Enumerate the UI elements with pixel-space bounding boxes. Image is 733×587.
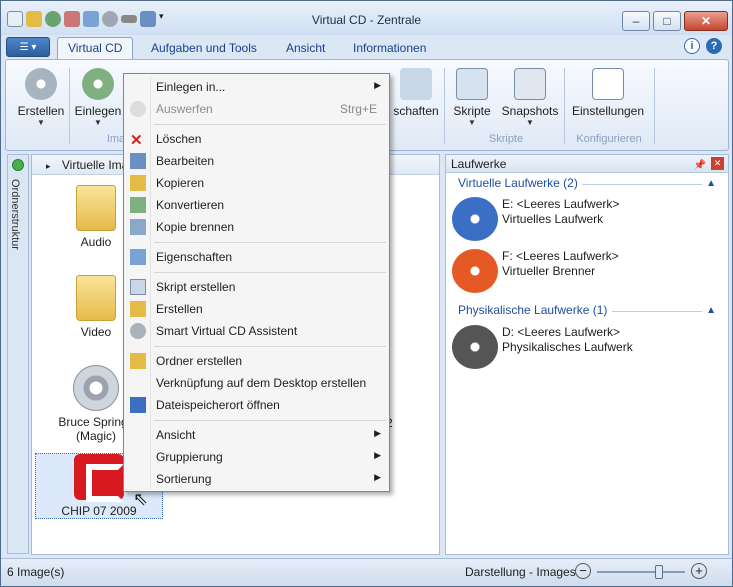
create-icon bbox=[130, 301, 146, 317]
ordnerstruktur-label[interactable]: Ordnerstruktur bbox=[9, 179, 21, 250]
convert-icon bbox=[130, 197, 146, 213]
menu-item-bearbeiten[interactable]: Bearbeiten bbox=[126, 150, 387, 172]
zoom-out-icon[interactable]: − bbox=[575, 563, 591, 579]
zoom-track[interactable] bbox=[597, 571, 685, 573]
menu-item-ordner-erstellen[interactable]: Ordner erstellen bbox=[126, 350, 387, 372]
close-button[interactable]: ✕ bbox=[684, 11, 728, 31]
close-pane-icon[interactable]: ✕ bbox=[711, 157, 724, 170]
tab-virtual-cd[interactable]: Virtual CD bbox=[57, 37, 134, 59]
einlegen-button[interactable]: Einlegen ▼ bbox=[72, 68, 124, 127]
application-menu-button[interactable]: ☰ ▾ bbox=[6, 37, 50, 57]
dvd-drive-icon bbox=[452, 325, 498, 369]
music-disc-icon bbox=[73, 365, 119, 411]
menu-item-skript-erstellen[interactable]: Skript erstellen bbox=[126, 276, 387, 298]
drive-d[interactable]: D: <Leeres Laufwerk> Physikalisches Lauf… bbox=[452, 325, 633, 369]
mouse-cursor-icon: ⇖ bbox=[133, 489, 149, 509]
app-window: ▾ Virtual CD - Zentrale – □ ✕ ☰ ▾ Virtua… bbox=[0, 0, 733, 587]
menu-item-loeschen[interactable]: ✕ Löschen bbox=[126, 128, 387, 150]
submenu-arrow-icon: ▶ bbox=[374, 428, 381, 438]
chip-logo-icon bbox=[74, 454, 124, 502]
script-icon bbox=[130, 279, 146, 295]
submenu-arrow-icon: ▶ bbox=[374, 472, 381, 482]
properties-icon bbox=[400, 68, 432, 100]
collapse-icon[interactable]: ▲ bbox=[706, 178, 716, 189]
burner-drive-icon bbox=[452, 249, 498, 293]
snapshot-icon bbox=[514, 68, 546, 100]
properties-icon bbox=[130, 249, 146, 265]
tab-informationen[interactable]: Informationen bbox=[343, 39, 436, 59]
virtual-drive-icon bbox=[452, 197, 498, 241]
menu-item-auswerfen[interactable]: Auswerfen Strg+E bbox=[126, 98, 387, 120]
folder-icon bbox=[76, 185, 116, 231]
explorer-icon bbox=[130, 397, 146, 413]
zoom-in-icon[interactable]: + bbox=[691, 563, 707, 579]
zoom-slider[interactable]: − + bbox=[575, 562, 709, 582]
einstellungen-button[interactable]: Einstellungen bbox=[570, 68, 646, 118]
info-icon[interactable]: i bbox=[684, 38, 700, 54]
menu-item-konvertieren[interactable]: Konvertieren bbox=[126, 194, 387, 216]
burn-copy-icon bbox=[130, 219, 146, 235]
script-icon bbox=[456, 68, 488, 100]
collapse-icon[interactable]: ▲ bbox=[706, 305, 716, 316]
assistant-disc-icon bbox=[130, 323, 146, 339]
maximize-button[interactable]: □ bbox=[653, 11, 681, 31]
menu-item-dateispeicherort[interactable]: Dateispeicherort öffnen bbox=[126, 394, 387, 416]
edit-icon bbox=[130, 153, 146, 169]
group-skripte-label: Skripte bbox=[488, 133, 524, 145]
insert-disc-icon bbox=[82, 68, 114, 100]
drive-f[interactable]: F: <Leeres Laufwerk> Virtueller Brenner bbox=[452, 249, 619, 293]
delete-icon: ✕ bbox=[130, 132, 143, 149]
drives-pane-header: Laufwerke 📌 ✕ bbox=[446, 155, 728, 173]
snapshots-button[interactable]: Snapshots ▼ bbox=[500, 68, 560, 127]
menu-item-einlegen-in[interactable]: Einlegen in... ▶ bbox=[126, 76, 387, 98]
copy-icon bbox=[130, 175, 146, 191]
status-bar: 6 Image(s) Darstellung - Images − + bbox=[1, 558, 732, 586]
settings-list-icon bbox=[592, 68, 624, 100]
skripte-button[interactable]: Skripte ▼ bbox=[450, 68, 494, 127]
folder-icon bbox=[76, 275, 116, 321]
menu-item-kopie-brennen[interactable]: Kopie brennen bbox=[126, 216, 387, 238]
menu-item-erstellen[interactable]: Erstellen bbox=[126, 298, 387, 320]
title-bar: ▾ Virtual CD - Zentrale – □ ✕ bbox=[1, 1, 732, 35]
menu-item-kopieren[interactable]: Kopieren bbox=[126, 172, 387, 194]
menu-item-gruppierung[interactable]: Gruppierung ▶ bbox=[126, 446, 387, 468]
eject-icon bbox=[130, 101, 146, 117]
eigenschaften-button[interactable]: schaften bbox=[390, 68, 442, 118]
drives-pane: Laufwerke 📌 ✕ Virtuelle Laufwerke (2) ▲ … bbox=[445, 154, 729, 555]
menu-item-ansicht[interactable]: Ansicht ▶ bbox=[126, 424, 387, 446]
help-icon[interactable]: ? bbox=[706, 38, 722, 54]
group-konfigurieren-label: Konfigurieren bbox=[576, 133, 642, 145]
ribbon-tabs: ☰ ▾ Virtual CD Aufgaben und Tools Ansich… bbox=[1, 35, 732, 59]
image-count: 6 Image(s) bbox=[7, 565, 65, 579]
drive-e[interactable]: E: <Leeres Laufwerk> Virtuelles Laufwerk bbox=[452, 197, 619, 241]
submenu-arrow-icon: ▶ bbox=[374, 80, 381, 90]
tab-ansicht[interactable]: Ansicht bbox=[276, 39, 335, 59]
status-dot-icon bbox=[12, 159, 24, 171]
folder-tree-strip[interactable]: Ordnerstruktur bbox=[7, 154, 29, 554]
breadcrumb-arrow-icon[interactable]: ▸ bbox=[46, 161, 51, 171]
submenu-arrow-icon: ▶ bbox=[374, 450, 381, 460]
menu-item-sortierung[interactable]: Sortierung ▶ bbox=[126, 468, 387, 490]
section-virtual-drives[interactable]: Virtuelle Laufwerke (2) bbox=[458, 176, 578, 190]
tab-aufgaben-und-tools[interactable]: Aufgaben und Tools bbox=[141, 39, 267, 59]
create-disc-icon bbox=[25, 68, 57, 100]
menu-item-eigenschaften[interactable]: Eigenschaften bbox=[126, 246, 387, 268]
pin-icon[interactable]: 📌 bbox=[694, 157, 706, 175]
new-folder-icon bbox=[130, 353, 146, 369]
erstellen-button[interactable]: Erstellen ▼ bbox=[16, 68, 66, 127]
view-mode-label: Darstellung - Images bbox=[465, 565, 576, 579]
context-menu: Einlegen in... ▶ Auswerfen Strg+E ✕ Lösc… bbox=[123, 73, 390, 492]
minimize-button[interactable]: – bbox=[622, 11, 650, 31]
section-physical-drives[interactable]: Physikalische Laufwerke (1) bbox=[458, 303, 607, 317]
zoom-thumb[interactable] bbox=[655, 565, 664, 579]
menu-item-verknuepfung[interactable]: Verknüpfung auf dem Desktop erstellen bbox=[126, 372, 387, 394]
menu-item-smart-assistent[interactable]: Smart Virtual CD Assistent bbox=[126, 320, 387, 342]
